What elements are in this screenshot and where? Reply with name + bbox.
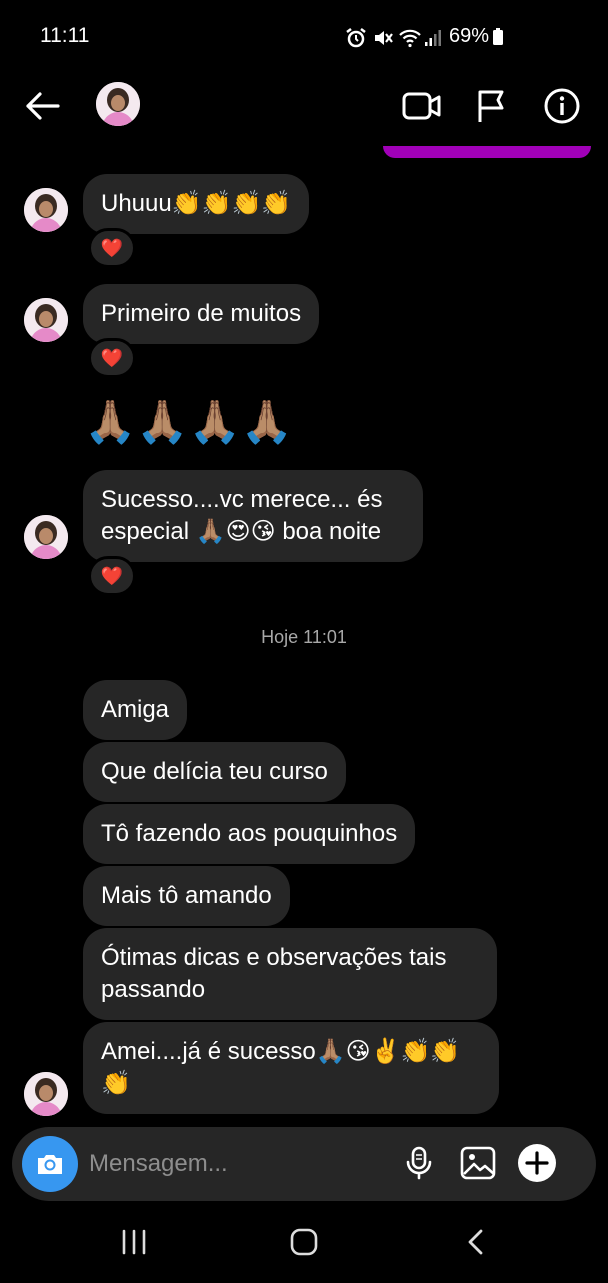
sender-avatar <box>24 515 68 559</box>
message-bubble[interactable]: Tô fazendo aos pouquinhos <box>83 804 416 864</box>
message-bubble[interactable]: Primeiro de muitos <box>83 284 320 344</box>
plus-icon <box>525 1151 549 1175</box>
mute-icon <box>375 31 393 45</box>
signal-icon <box>425 30 441 46</box>
back-icon[interactable] <box>462 1228 490 1256</box>
camera-button[interactable] <box>22 1136 78 1192</box>
battery-icon <box>493 28 503 45</box>
image-icon[interactable] <box>459 1145 497 1181</box>
info-icon[interactable] <box>540 84 584 128</box>
sent-message-edge <box>383 146 591 158</box>
date-divider: Hoje 11:01 <box>261 627 347 647</box>
message-bubble[interactable]: Ótimas dicas e observações tais passando <box>83 928 497 1020</box>
sender-avatar <box>24 298 68 342</box>
message-bubble[interactable]: Que delícia teu curso <box>83 742 346 802</box>
flag-icon[interactable] <box>470 84 514 128</box>
message-bubble[interactable]: Mais tô amando <box>83 866 290 926</box>
sender-avatar <box>24 188 68 232</box>
message-bubble[interactable]: Sucesso....vc merece... és especial 🙏🏽😍😘… <box>83 470 423 562</box>
alarm-icon <box>346 28 366 48</box>
heart-reaction[interactable]: ❤️ <box>88 338 136 378</box>
microphone-icon[interactable] <box>401 1145 437 1181</box>
message-input[interactable]: Mensagem... <box>89 1150 228 1178</box>
video-camera-icon[interactable] <box>400 84 444 128</box>
message-bubble[interactable]: Amiga <box>83 680 188 740</box>
heart-reaction[interactable]: ❤️ <box>88 556 136 596</box>
heart-reaction[interactable]: ❤️ <box>88 228 136 268</box>
emoji-message[interactable]: 🙏🏽🙏🏽🙏🏽🙏🏽 <box>84 396 293 448</box>
recents-icon[interactable] <box>120 1228 148 1256</box>
home-icon[interactable] <box>289 1228 319 1256</box>
message-bubble[interactable]: Amei....já é sucesso🙏🏽😘✌️👏👏 👏 <box>83 1022 499 1114</box>
status-icons <box>344 26 444 50</box>
wifi-icon <box>399 29 421 48</box>
battery-percent: 69% <box>449 25 490 47</box>
sender-avatar <box>24 1072 68 1116</box>
plus-button[interactable] <box>518 1144 556 1182</box>
message-bubble[interactable]: Uhuuu👏👏👏👏 <box>83 174 310 234</box>
camera-icon <box>38 1155 62 1174</box>
contact-avatar[interactable] <box>96 82 140 126</box>
status-time: 11:11 <box>40 24 90 47</box>
arrow-left-icon[interactable] <box>20 84 64 128</box>
